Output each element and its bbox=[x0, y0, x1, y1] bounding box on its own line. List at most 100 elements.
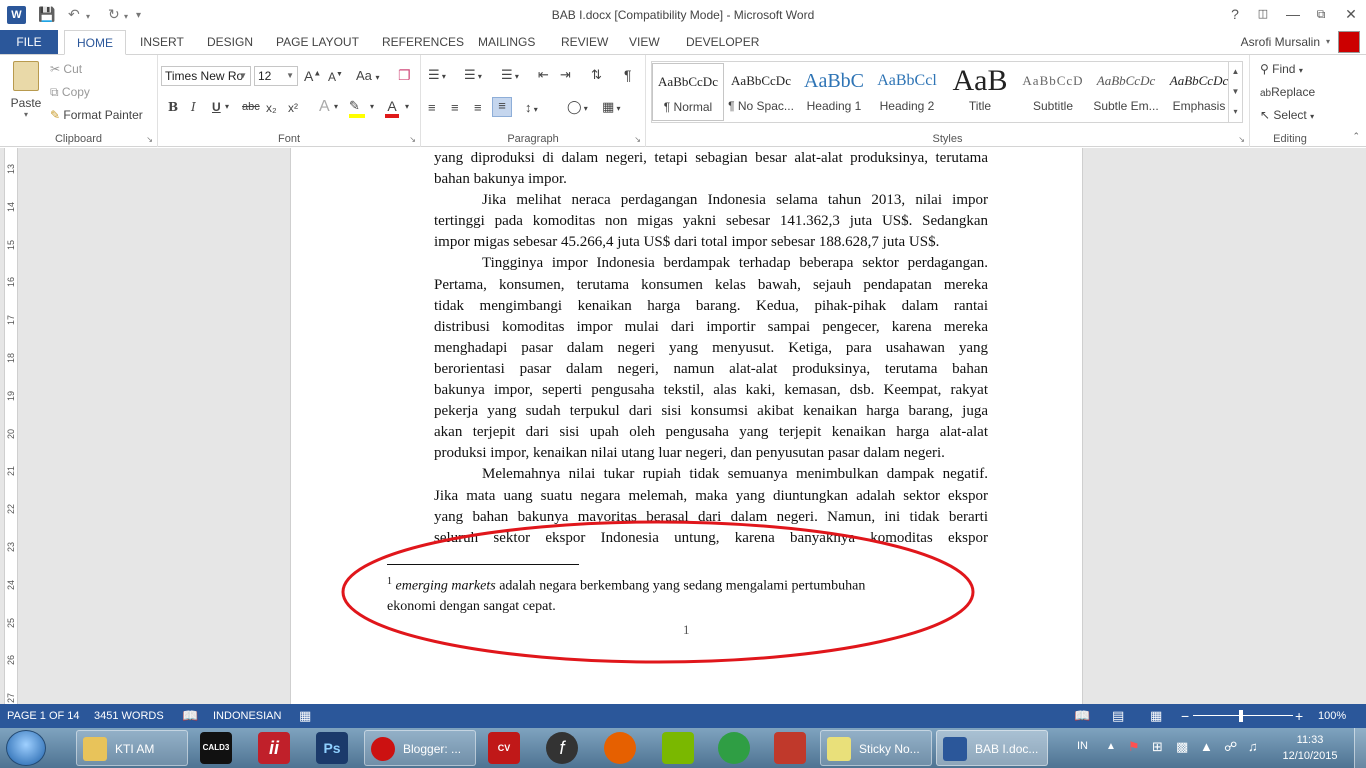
tab-review[interactable]: REVIEW bbox=[561, 30, 608, 54]
paragraph-launcher-icon[interactable]: ↘ bbox=[634, 135, 641, 144]
page[interactable]: yang diproduksi di dalam negeri, tetapi … bbox=[290, 148, 1083, 704]
cvavr-icon[interactable]: CV AVR bbox=[488, 732, 520, 764]
italic-button[interactable]: I bbox=[191, 100, 196, 114]
chrome-icon[interactable] bbox=[718, 732, 750, 764]
app-ii-icon[interactable]: ii bbox=[258, 732, 290, 764]
flash-icon[interactable]: f bbox=[546, 732, 578, 764]
shading-icon[interactable]: ◯ ▾ bbox=[567, 99, 588, 115]
shrink-font-button[interactable]: A▼ bbox=[328, 70, 343, 84]
underline-button[interactable]: U bbox=[212, 100, 221, 114]
style-heading-2[interactable]: AaBbCcl Heading 2 bbox=[871, 63, 943, 121]
print-layout-icon[interactable]: ▤ bbox=[1112, 704, 1124, 728]
input-language[interactable]: IN bbox=[1077, 740, 1088, 752]
change-case-button[interactable]: Aa ▾ bbox=[356, 68, 380, 83]
strikethrough-button[interactable]: abc bbox=[242, 101, 260, 113]
taskbar-button-sticky-notes[interactable]: Sticky No... bbox=[820, 730, 932, 766]
numbering-icon[interactable]: ☰ ▾ bbox=[464, 67, 482, 83]
cut-button[interactable]: ✂ Cut bbox=[50, 62, 82, 76]
styles-launcher-icon[interactable]: ↘ bbox=[1238, 135, 1245, 144]
zoom-slider-thumb[interactable] bbox=[1239, 710, 1243, 722]
close-button[interactable]: ✕ bbox=[1338, 4, 1364, 24]
font-launcher-icon[interactable]: ↘ bbox=[409, 135, 416, 144]
show-hidden-icons-icon[interactable]: ▲ bbox=[1106, 741, 1116, 752]
tab-mailings[interactable]: MAILINGS bbox=[478, 30, 535, 54]
book-icon[interactable] bbox=[774, 732, 806, 764]
word-app-icon[interactable]: W bbox=[7, 6, 26, 24]
underline-dropdown-icon[interactable]: ▾ bbox=[225, 102, 229, 111]
help-button[interactable]: ? bbox=[1222, 4, 1248, 24]
system-clock[interactable]: 11:33 12/10/2015 bbox=[1280, 732, 1340, 764]
restore-button[interactable]: ⧉ bbox=[1308, 4, 1334, 24]
select-button[interactable]: ↖ Select ▾ bbox=[1260, 108, 1314, 122]
align-right-icon[interactable]: ≡ bbox=[474, 100, 482, 115]
minimize-button[interactable]: — bbox=[1280, 4, 1306, 24]
font-color-button[interactable]: A bbox=[385, 98, 399, 118]
style-no-spacing[interactable]: AaBbCcDc ¶ No Spac... bbox=[725, 63, 797, 121]
styles-scroll-up-icon[interactable]: ▲ bbox=[1229, 62, 1242, 82]
action-center-flag-icon[interactable]: ⚑ bbox=[1128, 739, 1140, 755]
bullets-icon[interactable]: ☰ ▾ bbox=[428, 67, 446, 83]
customize-qat-icon[interactable]: ▾ bbox=[136, 10, 141, 21]
usb-icon[interactable]: ▲ bbox=[1200, 739, 1213, 754]
borders-icon[interactable]: ▦ ▾ bbox=[602, 99, 621, 115]
align-center-icon[interactable]: ≡ bbox=[451, 100, 459, 115]
styles-more-icon[interactable]: ▾ bbox=[1229, 102, 1242, 122]
user-dropdown-icon[interactable]: ▾ bbox=[1326, 30, 1330, 54]
font-family-select[interactable]: Times New Ro ▼ bbox=[161, 66, 251, 86]
tab-design[interactable]: DESIGN bbox=[207, 30, 253, 54]
tab-developer[interactable]: DEVELOPER bbox=[686, 30, 759, 54]
clipboard-launcher-icon[interactable]: ↘ bbox=[146, 135, 153, 144]
undo-icon[interactable]: ↶ bbox=[68, 6, 80, 23]
redo-icon[interactable]: ↻ bbox=[108, 6, 120, 23]
multilevel-list-icon[interactable]: ☰ ▾ bbox=[501, 67, 519, 83]
show-formatting-icon[interactable]: ¶ bbox=[624, 67, 632, 83]
styles-scroll-down-icon[interactable]: ▼ bbox=[1229, 82, 1242, 102]
find-button[interactable]: ⚲ Find ▾ bbox=[1260, 62, 1303, 76]
text-effects-dropdown-icon[interactable]: ▾ bbox=[334, 102, 338, 111]
footnote[interactable]: 1 emerging markets adalah negara berkemb… bbox=[387, 572, 947, 617]
highlight-dropdown-icon[interactable]: ▾ bbox=[370, 102, 374, 111]
zoom-in-icon[interactable]: + bbox=[1295, 704, 1303, 728]
ribbon-display-icon[interactable]: ◫ bbox=[1250, 4, 1276, 24]
photoshop-icon[interactable]: Ps bbox=[316, 732, 348, 764]
cald3-icon[interactable]: CALD3 bbox=[200, 732, 232, 764]
tab-view[interactable]: VIEW bbox=[629, 30, 660, 54]
zoom-slider[interactable] bbox=[1193, 715, 1293, 716]
superscript-button[interactable]: x² bbox=[288, 101, 298, 115]
line-spacing-icon[interactable]: ↕ ▾ bbox=[525, 100, 538, 115]
taskbar-button-kti-am[interactable]: KTI AM bbox=[76, 730, 188, 766]
firefox-icon[interactable] bbox=[604, 732, 636, 764]
style-normal[interactable]: AaBbCcDc ¶ Normal bbox=[652, 63, 724, 121]
proofing-icon[interactable]: 📖 bbox=[182, 704, 198, 728]
font-color-dropdown-icon[interactable]: ▾ bbox=[405, 102, 409, 111]
web-layout-icon[interactable]: ▦ bbox=[1150, 704, 1162, 728]
macro-recording-icon[interactable]: ▦ bbox=[299, 704, 311, 728]
network-icon[interactable]: ▩ bbox=[1176, 739, 1188, 755]
collapse-ribbon-icon[interactable]: ⌃ bbox=[1352, 131, 1360, 142]
avatar[interactable] bbox=[1338, 31, 1360, 53]
sort-icon[interactable]: ⇅ bbox=[591, 67, 602, 83]
format-painter-button[interactable]: ✎ Format Painter bbox=[50, 108, 143, 122]
zoom-level[interactable]: 100% bbox=[1318, 704, 1346, 728]
paste-dropdown-icon[interactable]: ▾ bbox=[8, 110, 44, 119]
zoom-out-icon[interactable]: − bbox=[1181, 704, 1189, 728]
redo-dropdown-icon[interactable]: ▾ bbox=[124, 12, 128, 21]
highlight-button[interactable]: ✎ bbox=[349, 98, 365, 118]
align-left-icon[interactable]: ≡ bbox=[428, 100, 436, 115]
style-title[interactable]: AaB Title bbox=[944, 63, 1016, 121]
font-size-select[interactable]: 12 ▼ bbox=[254, 66, 298, 86]
justify-icon[interactable]: ≡ bbox=[492, 97, 512, 117]
power-icon[interactable]: ☍ bbox=[1224, 739, 1237, 755]
body-text[interactable]: yang diproduksi di dalam negeri, tetapi … bbox=[434, 148, 988, 549]
show-desktop-button[interactable] bbox=[1354, 728, 1366, 768]
page-count[interactable]: PAGE 1 OF 14 bbox=[7, 704, 80, 728]
style-subtitle[interactable]: AaBbCcD Subtitle bbox=[1017, 63, 1089, 121]
user-name[interactable]: Asrofi Mursalin bbox=[1241, 30, 1320, 54]
read-mode-icon[interactable]: 📖 bbox=[1074, 704, 1090, 728]
tab-insert[interactable]: INSERT bbox=[140, 30, 184, 54]
taskbar-button-word[interactable]: BAB I.doc... bbox=[936, 730, 1048, 766]
evernote-icon[interactable] bbox=[662, 732, 694, 764]
word-count[interactable]: 3451 WORDS bbox=[94, 704, 164, 728]
clear-formatting-icon[interactable]: ❐ bbox=[398, 67, 411, 84]
style-heading-1[interactable]: AaBbC Heading 1 bbox=[798, 63, 870, 121]
